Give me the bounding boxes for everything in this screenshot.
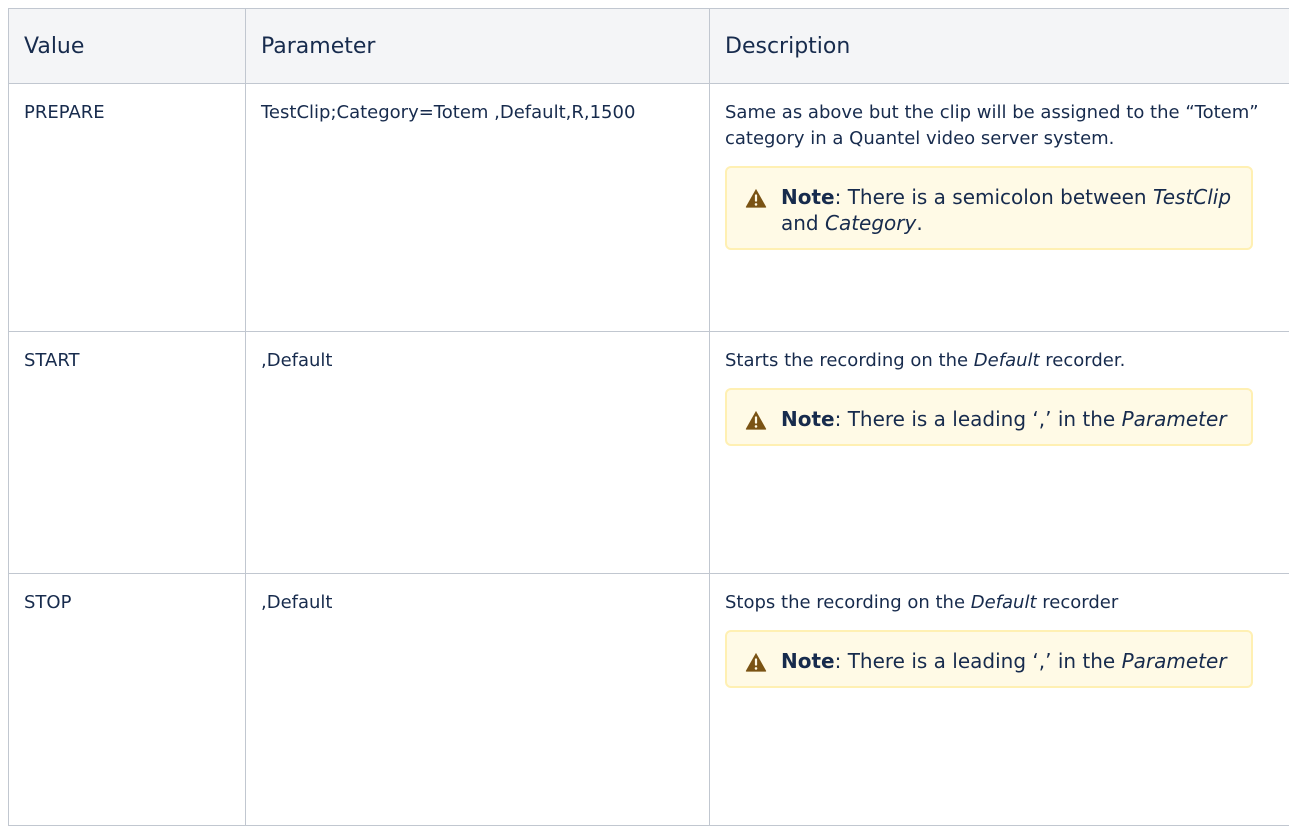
note-label: Note [781, 185, 835, 209]
description-cell: Same as above but the clip will be assig… [710, 84, 1289, 332]
description-text-prefix: Starts the recording on the [725, 350, 974, 371]
note-body: Note: There is a semicolon between TestC… [781, 184, 1233, 236]
description-text: Starts the recording on the Default reco… [725, 348, 1265, 374]
description-text-suffix: recorder. [1040, 350, 1126, 371]
warning-icon [745, 651, 767, 673]
description-text-suffix: recorder [1037, 592, 1119, 613]
table-header-row: Value Parameter Description [9, 9, 1289, 84]
value-cell: STOP [9, 574, 246, 826]
note-panel: Note: There is a leading ‘,’ in the Para… [725, 388, 1253, 446]
note-text: : There is a leading ‘,’ in the [835, 407, 1122, 431]
note-text: : There is a leading ‘,’ in the [835, 649, 1122, 673]
table-row: PREPARE TestClip;Category=Totem ,Default… [9, 84, 1289, 332]
header-value: Value [9, 9, 246, 84]
note-text: . [916, 211, 922, 235]
description-emphasis: Default [974, 350, 1040, 371]
description-emphasis: Default [971, 592, 1037, 613]
note-emphasis: TestClip [1153, 185, 1231, 209]
value-cell: START [9, 332, 246, 574]
value-cell: PREPARE [9, 84, 246, 332]
description-cell: Stops the recording on the Default recor… [710, 574, 1289, 826]
description-cell: Starts the recording on the Default reco… [710, 332, 1289, 574]
description-text: Stops the recording on the Default recor… [725, 590, 1265, 616]
note-panel: Note: There is a semicolon between TestC… [725, 166, 1253, 250]
note-emphasis: Category [825, 211, 916, 235]
note-emphasis: Parameter [1122, 407, 1227, 431]
table-row: START ,Default Starts the recording on t… [9, 332, 1289, 574]
parameter-cell: ,Default [246, 332, 710, 574]
description-text: Same as above but the clip will be assig… [725, 100, 1265, 152]
note-body: Note: There is a leading ‘,’ in the Para… [781, 648, 1227, 674]
note-label: Note [781, 407, 835, 431]
note-emphasis: Parameter [1122, 649, 1227, 673]
note-text: : There is a semicolon between [835, 185, 1153, 209]
parameter-cell: ,Default [246, 574, 710, 826]
header-parameter: Parameter [246, 9, 710, 84]
note-body: Note: There is a leading ‘,’ in the Para… [781, 406, 1227, 432]
table-row: STOP ,Default Stops the recording on the… [9, 574, 1289, 826]
description-text-prefix: Stops the recording on the [725, 592, 971, 613]
command-table: Value Parameter Description PREPARE Test… [8, 8, 1289, 826]
note-panel: Note: There is a leading ‘,’ in the Para… [725, 630, 1253, 688]
note-text: and [781, 211, 825, 235]
header-description: Description [710, 9, 1289, 84]
note-label: Note [781, 649, 835, 673]
warning-icon [745, 187, 767, 209]
parameter-cell: TestClip;Category=Totem ,Default,R,1500 [246, 84, 710, 332]
warning-icon [745, 409, 767, 431]
